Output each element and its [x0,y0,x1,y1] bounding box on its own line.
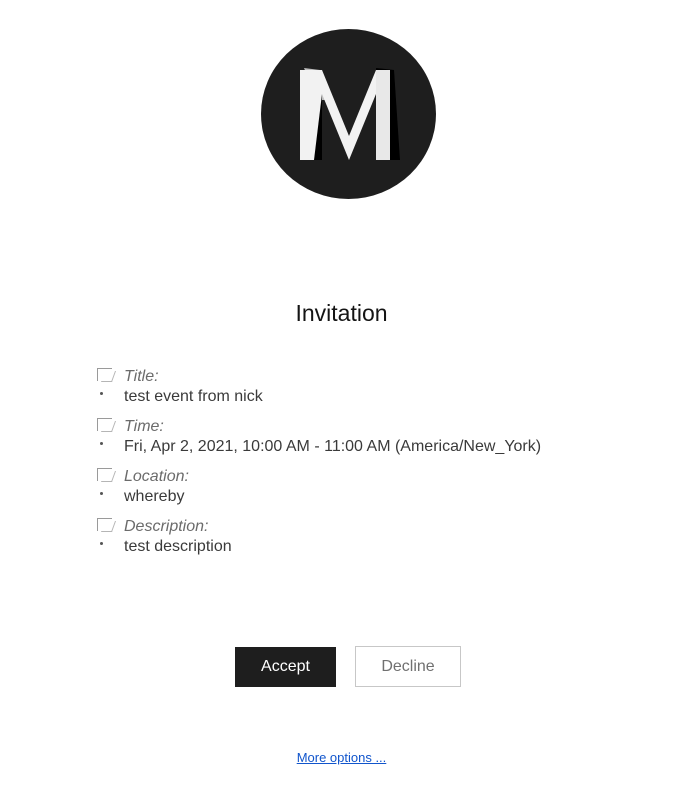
location-value: whereby [124,488,185,505]
time-label: Time: [124,418,164,435]
broken-image-icon [97,468,117,482]
bullet-dot [100,392,103,395]
invitation-heading: Invitation [295,300,388,326]
more-options-container: More options ... [0,750,683,765]
decline-button[interactable]: Decline [355,646,461,687]
location-label: Location: [124,468,189,485]
m-logo-icon [299,68,400,160]
description-label: Description: [124,518,209,535]
bullet-dot [100,442,103,445]
broken-image-icon [97,418,117,432]
title-label: Title: [124,368,159,385]
m-logo [261,29,436,199]
more-options-link[interactable]: More options ... [297,750,387,765]
broken-image-icon [97,368,117,382]
accept-button[interactable]: Accept [235,647,336,687]
description-value: test description [124,538,232,555]
bullet-dot [100,492,103,495]
bullet-dot [100,542,103,545]
title-value: test event from nick [124,388,263,405]
broken-image-icon [97,518,117,532]
time-value: Fri, Apr 2, 2021, 10:00 AM - 11:00 AM (A… [124,438,542,455]
